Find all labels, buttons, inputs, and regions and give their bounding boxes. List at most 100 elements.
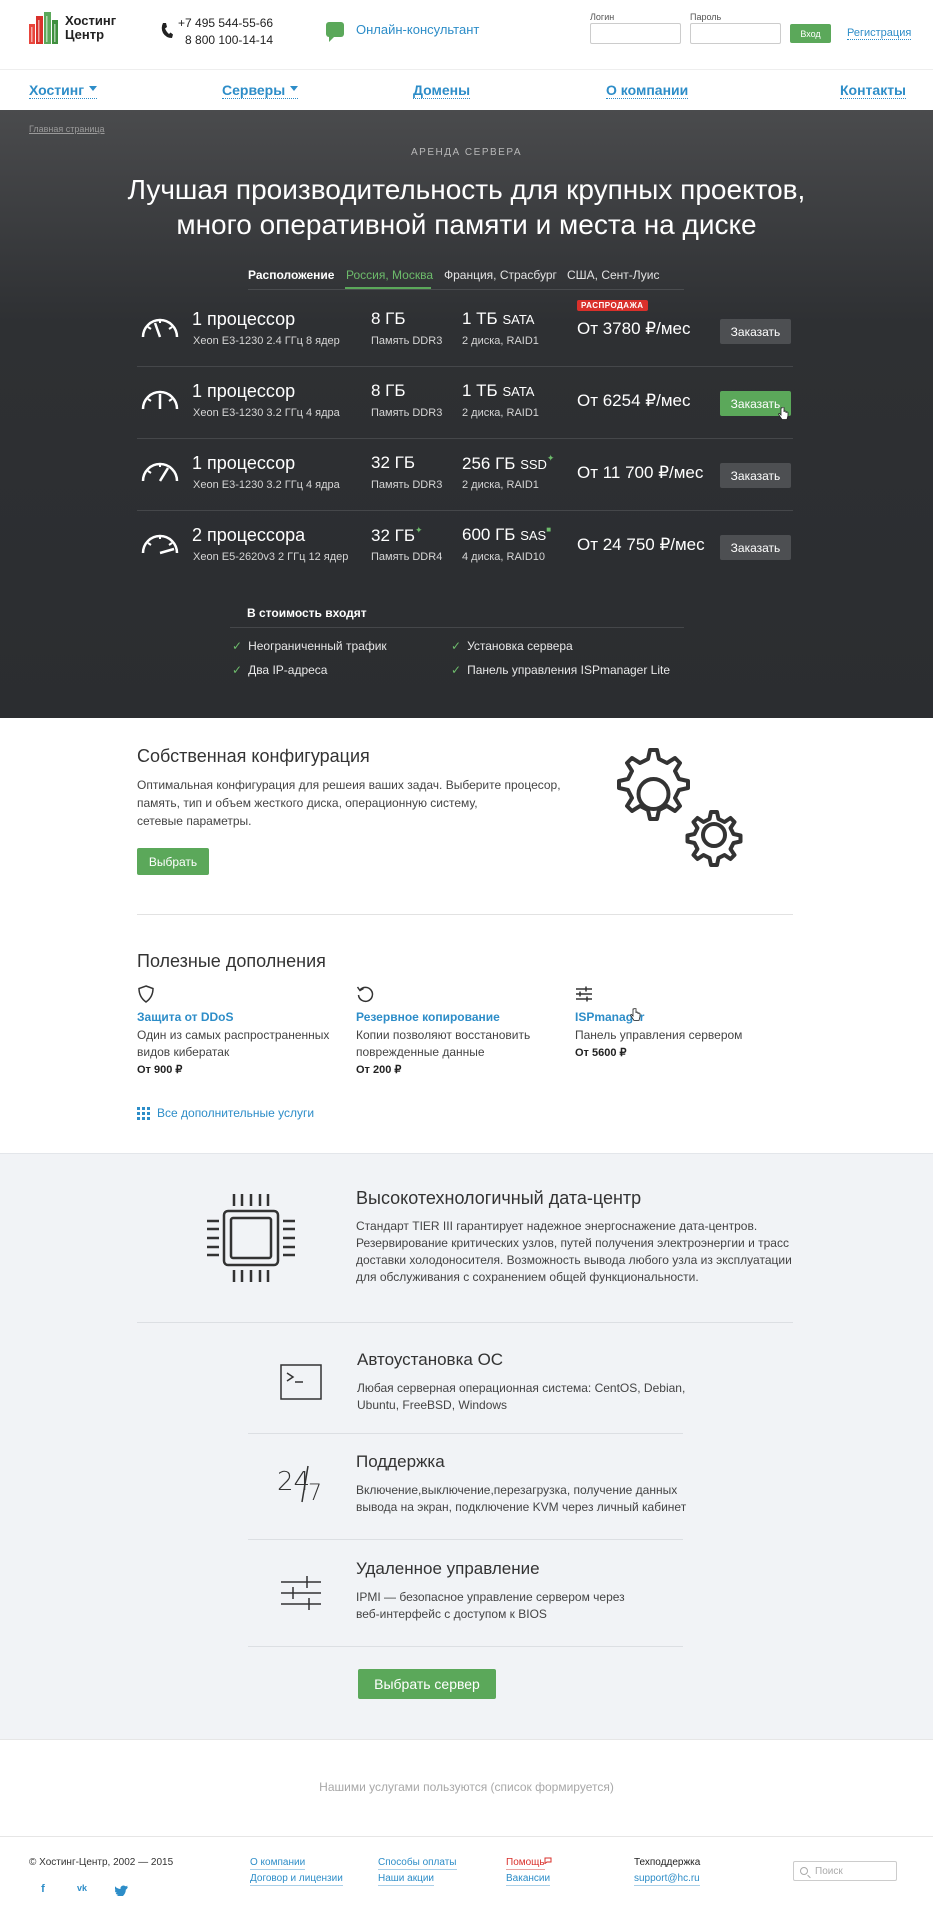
addon-ddos-price: От 900 ₽ — [137, 1064, 183, 1076]
footer-link-contract[interactable]: Договор и лицензии — [250, 1873, 343, 1886]
chevron-down-icon — [89, 86, 98, 95]
server-price: От 3780 ₽/мес — [577, 319, 691, 338]
check-icon: ✓ — [451, 663, 462, 677]
included-item: ✓ Два IP-адреса — [232, 663, 327, 677]
vk-icon[interactable]: vk — [75, 1883, 89, 1897]
online-consultant-link[interactable]: Онлайн-консультант — [326, 22, 480, 42]
twitter-icon[interactable] — [115, 1885, 129, 1896]
server-ram: 8 ГБ — [371, 381, 406, 400]
section-divider — [137, 914, 793, 915]
choose-server-button[interactable]: Выбрать сервер — [358, 1669, 496, 1699]
facebook-icon[interactable]: f — [36, 1883, 50, 1897]
server-disk-type: SSD — [520, 457, 547, 472]
order-button[interactable]: Заказать — [720, 319, 791, 344]
footer-link-about[interactable]: О компании — [250, 1857, 306, 1870]
addons-title: Полезные дополнения — [137, 951, 326, 971]
addon-backup-price: От 200 ₽ — [356, 1064, 402, 1076]
footer: © Хостинг-Центр, 2002 — 2015 f vk О комп… — [0, 1836, 933, 1920]
register-link[interactable]: Регистрация — [847, 27, 912, 40]
server-disk-info: 4 диска, RAID10 — [462, 551, 546, 563]
svg-text:7: 7 — [308, 1481, 322, 1504]
feature-title: Автоустановка ОС — [357, 1350, 504, 1369]
feature-text-line: веб-интерфейс с доступом к BIOS — [356, 1607, 547, 1621]
included-item-label: Установка сервера — [467, 639, 573, 653]
feature-title: Удаленное управление — [356, 1559, 540, 1578]
all-addons-link[interactable]: Все дополнительные услуги — [137, 1106, 314, 1120]
server-price: От 6254 ₽/мес — [577, 391, 691, 410]
addon-backup-link[interactable]: Резервное копирование — [356, 1010, 500, 1024]
feature-text-line: Ubuntu, FreeBSD, Windows — [357, 1398, 508, 1412]
password-label: Пароль — [690, 12, 722, 22]
support-email-link[interactable]: support@hc.ru — [634, 1873, 700, 1886]
hand-cursor-icon — [778, 407, 789, 420]
footer-link-vacancies[interactable]: Вакансии — [506, 1873, 551, 1886]
hero-title: Лучшая производительность для крупных пр… — [100, 172, 833, 242]
nav-domains[interactable]: Домены — [413, 82, 471, 99]
all-addons-label: Все дополнительные услуги — [157, 1106, 315, 1120]
footer-link-promos[interactable]: Наши акции — [378, 1873, 435, 1886]
login-button[interactable]: Вход — [790, 24, 831, 43]
nav-about[interactable]: О компании — [606, 82, 689, 99]
included-item-label: Панель управления ISPmanager Lite — [467, 663, 671, 677]
breadcrumb-home[interactable]: Главная страница — [29, 124, 105, 134]
addon-desc-line: Копии позволяют восстановить — [356, 1028, 531, 1042]
feature-text: IPMI — безопасное управление сервером че… — [356, 1589, 625, 1623]
phone-2[interactable]: 8 800 100-14-14 — [178, 32, 273, 49]
header: Хостинг Центр +7 495 544-55-66 8 800 100… — [0, 0, 933, 110]
phone-numbers: +7 495 544-55-66 8 800 100-14-14 — [178, 15, 273, 49]
shield-icon — [138, 985, 154, 1003]
phone-1[interactable]: +7 495 544-55-66 — [178, 15, 273, 32]
support-title: Техподдержка — [634, 1857, 701, 1868]
nav-hosting[interactable]: Хостинг — [29, 82, 98, 99]
footer-link-help[interactable]: Помощь — [506, 1857, 545, 1870]
logo[interactable]: Хостинг Центр — [29, 12, 116, 44]
custom-config-title: Собственная конфигурация — [137, 746, 370, 766]
feature-divider — [248, 1646, 683, 1647]
main-nav: Хостинг Серверы Домены О компании Контак… — [0, 69, 933, 109]
terminal-icon — [280, 1364, 322, 1400]
copyright: © Хостинг-Центр, 2002 — 2015 — [29, 1857, 174, 1868]
footer-link-payment[interactable]: Способы оплаты — [378, 1857, 457, 1870]
addon-ddos-link[interactable]: Защита от DDoS — [137, 1010, 234, 1024]
server-disk-info: 2 диска, RAID1 — [462, 335, 539, 347]
server-disk: 1 ТБ SATA — [462, 309, 534, 329]
online-consultant-label: Онлайн-консультант — [356, 22, 480, 37]
order-button[interactable]: Заказать — [720, 535, 791, 560]
check-icon: ✓ — [232, 639, 243, 653]
nav-contacts[interactable]: Контакты — [840, 82, 907, 99]
tab-location-st-louis[interactable]: США, Сент-Луис — [567, 268, 660, 282]
server-cpu: 2 процессора — [192, 525, 306, 545]
tab-location-moscow[interactable]: Россия, Москва — [346, 268, 433, 282]
logo-line-2: Центр — [65, 27, 105, 42]
feature-text-line: Включение,выключение,перезагрузка, получ… — [356, 1483, 678, 1497]
server-cpu-model: Xeon E3-1230 3.2 ГГц 4 ядра — [193, 407, 340, 419]
server-row: 1 процессор Xeon E3-1230 3.2 ГГц 4 ядра … — [137, 439, 793, 511]
tab-location-strasbourg[interactable]: Франция, Страсбург — [444, 268, 557, 282]
included-item: ✓ Установка сервера — [451, 639, 573, 653]
nav-servers[interactable]: Серверы — [222, 82, 299, 99]
server-ram-type: Память DDR3 — [371, 407, 443, 419]
footer-search-input[interactable]: Поиск — [793, 1861, 897, 1881]
server-disk-type: SATA — [502, 384, 535, 399]
addon-backup-desc: Копии позволяют восстановить поврежденные… — [356, 1027, 530, 1061]
server-disk-size: 256 ГБ — [462, 454, 516, 473]
feature-title: Поддержка — [356, 1452, 445, 1471]
server-cpu-model: Xeon E3-1230 2.4 ГГц 8 ядер — [193, 335, 340, 347]
login-input[interactable] — [590, 23, 681, 44]
server-ram-type: Память DDR4 — [371, 551, 443, 563]
nav-servers-label: Серверы — [222, 82, 286, 98]
choose-config-button[interactable]: Выбрать — [137, 848, 209, 875]
password-input[interactable] — [690, 23, 781, 44]
section-divider — [137, 1322, 793, 1323]
check-icon: ✓ — [451, 639, 462, 653]
lock-icon: ■ — [546, 525, 552, 534]
included-item-label: Два IP-адреса — [248, 663, 328, 677]
server-ram-size: 32 ГБ — [371, 526, 415, 545]
datacenter-text-line: Резервирование критических узлов, путей … — [356, 1236, 789, 1250]
server-cpu-model: Xeon E5-2620v3 2 ГГц 12 ядер — [193, 551, 349, 563]
datacenter-text: Стандарт TIER III гарантирует надежное э… — [356, 1218, 792, 1286]
datacenter-text-line: Стандарт TIER III гарантирует надежное э… — [356, 1219, 758, 1233]
server-row: РАСПРОДАЖА 1 процессор Xeon E3-1230 2.4 … — [137, 295, 793, 367]
order-button[interactable]: Заказать — [720, 463, 791, 488]
custom-config-text-line: сетевые параметры. — [137, 814, 252, 828]
